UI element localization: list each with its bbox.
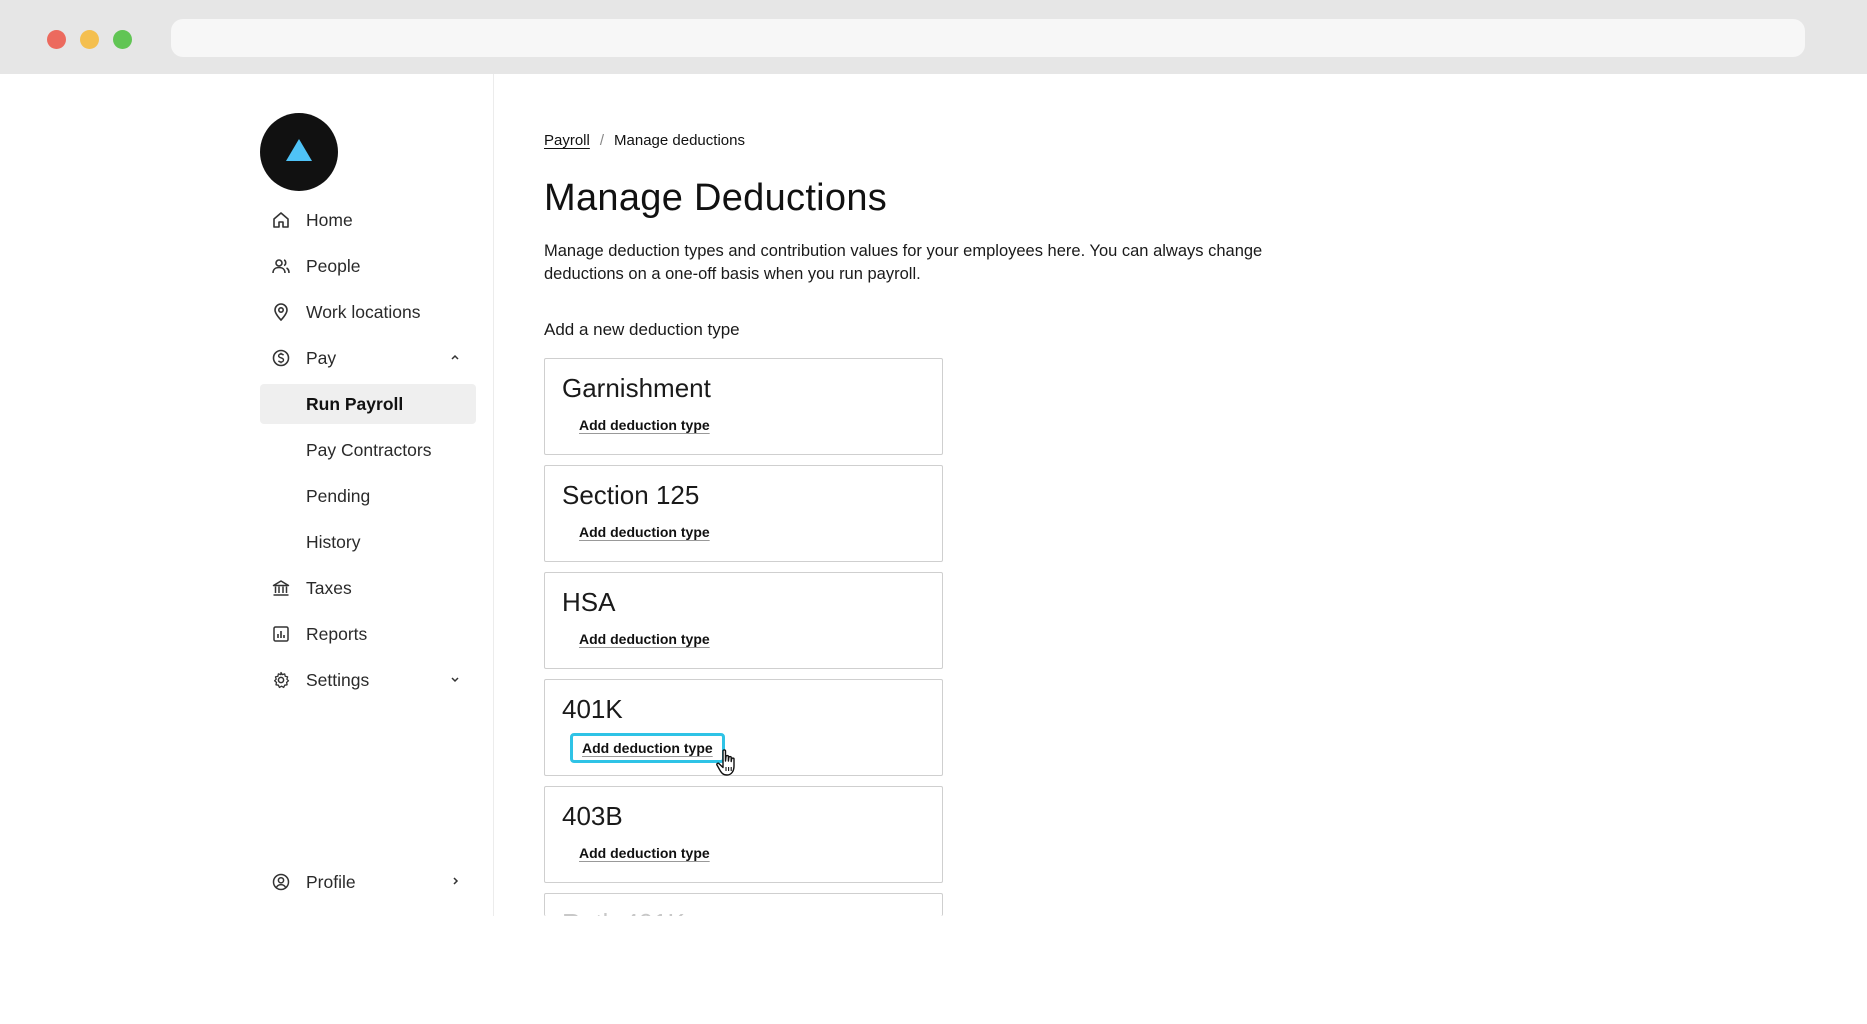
close-window-button[interactable] bbox=[47, 30, 66, 49]
sidebar-item-label: Home bbox=[306, 209, 353, 230]
sidebar-item-label: Reports bbox=[306, 623, 368, 644]
sidebar-item-taxes[interactable]: Taxes bbox=[260, 568, 476, 608]
breadcrumb-separator: / bbox=[599, 132, 605, 149]
deduction-card-title: Garnishment bbox=[562, 373, 711, 403]
add-deduction-type-button[interactable]: Add deduction type bbox=[570, 733, 725, 763]
bank-icon bbox=[272, 580, 290, 596]
chevron-right-icon bbox=[453, 877, 459, 885]
sidebar-item-pay-contractors[interactable]: Pay Contractors bbox=[260, 430, 476, 470]
breadcrumb-link-payroll[interactable]: Payroll bbox=[544, 132, 590, 149]
deduction-card-401k: 401K Add deduction type bbox=[544, 679, 943, 776]
home-icon bbox=[273, 212, 289, 228]
sidebar-item-label: Profile bbox=[306, 871, 356, 892]
sidebar-item-pay[interactable]: Pay bbox=[260, 338, 476, 378]
sidebar-item-label: Work locations bbox=[306, 301, 421, 322]
add-deduction-type-button[interactable]: Add deduction type bbox=[579, 845, 710, 861]
deduction-card-garnishment: Garnishment Add deduction type bbox=[544, 358, 943, 455]
minimize-window-button[interactable] bbox=[80, 30, 99, 49]
deduction-card-title: 401K bbox=[562, 694, 623, 724]
sidebar-item-profile[interactable]: Profile bbox=[260, 862, 476, 902]
sidebar-item-people[interactable]: People bbox=[260, 246, 476, 286]
sidebar-item-label: Pay bbox=[306, 347, 337, 368]
gear-icon bbox=[273, 671, 290, 689]
user-circle-icon bbox=[272, 873, 290, 891]
main-content: Payroll / Manage deductions Manage Deduc… bbox=[544, 74, 1744, 916]
page-description: Manage deduction types and contribution … bbox=[544, 242, 1263, 283]
sidebar-item-pending[interactable]: Pending bbox=[260, 476, 476, 516]
deduction-card-title: Section 125 bbox=[562, 480, 700, 510]
sidebar-item-reports[interactable]: Reports bbox=[260, 614, 476, 654]
breadcrumb-current: Manage deductions bbox=[614, 132, 745, 149]
sidebar-item-work-locations[interactable]: Work locations bbox=[260, 292, 476, 332]
page-title: Manage Deductions bbox=[544, 177, 888, 219]
sidebar-item-label: Pay Contractors bbox=[306, 439, 432, 460]
deduction-card-roth-401k: Roth 401K bbox=[544, 893, 943, 916]
app-logo[interactable] bbox=[260, 113, 338, 191]
sidebar-item-label: Run Payroll bbox=[306, 393, 404, 414]
sidebar-item-settings[interactable]: Settings bbox=[260, 660, 476, 700]
add-deduction-type-button[interactable]: Add deduction type bbox=[579, 631, 710, 647]
deduction-card-section-125: Section 125 Add deduction type bbox=[544, 465, 943, 562]
sidebar-item-home[interactable]: Home bbox=[260, 200, 476, 240]
sidebar-item-run-payroll[interactable]: Run Payroll bbox=[260, 384, 476, 424]
sidebar-item-history[interactable]: History bbox=[260, 522, 476, 562]
sidebar-item-label: History bbox=[306, 531, 361, 552]
location-pin-icon bbox=[274, 303, 288, 322]
deduction-card-hsa: HSA Add deduction type bbox=[544, 572, 943, 669]
sidebar: Home People Work locations Pay Run Payro… bbox=[260, 74, 494, 916]
dollar-circle-icon bbox=[272, 349, 290, 367]
address-bar[interactable] bbox=[171, 19, 1805, 57]
chevron-up-icon bbox=[451, 354, 459, 360]
add-deduction-type-button[interactable]: Add deduction type bbox=[579, 417, 710, 433]
sidebar-item-label: Taxes bbox=[306, 577, 352, 598]
sidebar-item-label: Settings bbox=[306, 669, 370, 690]
sidebar-item-label: People bbox=[306, 255, 361, 276]
deduction-card-title: 403B bbox=[562, 801, 623, 831]
sidebar-item-label: Pending bbox=[306, 485, 371, 506]
deduction-card-title: HSA bbox=[562, 587, 616, 617]
triangle-logo-icon bbox=[286, 139, 312, 161]
deduction-card-title: Roth 401K bbox=[562, 908, 685, 916]
people-icon bbox=[272, 259, 290, 274]
breadcrumb: Payroll / Manage deductions bbox=[544, 132, 745, 149]
report-chart-icon bbox=[273, 626, 289, 642]
deduction-card-403b: 403B Add deduction type bbox=[544, 786, 943, 883]
add-deduction-type-button[interactable]: Add deduction type bbox=[579, 524, 710, 540]
maximize-window-button[interactable] bbox=[113, 30, 132, 49]
browser-chrome bbox=[0, 0, 1867, 74]
chevron-down-icon bbox=[451, 677, 459, 683]
section-label: Add a new deduction type bbox=[544, 320, 740, 339]
hand-pointer-cursor-icon bbox=[716, 749, 735, 776]
